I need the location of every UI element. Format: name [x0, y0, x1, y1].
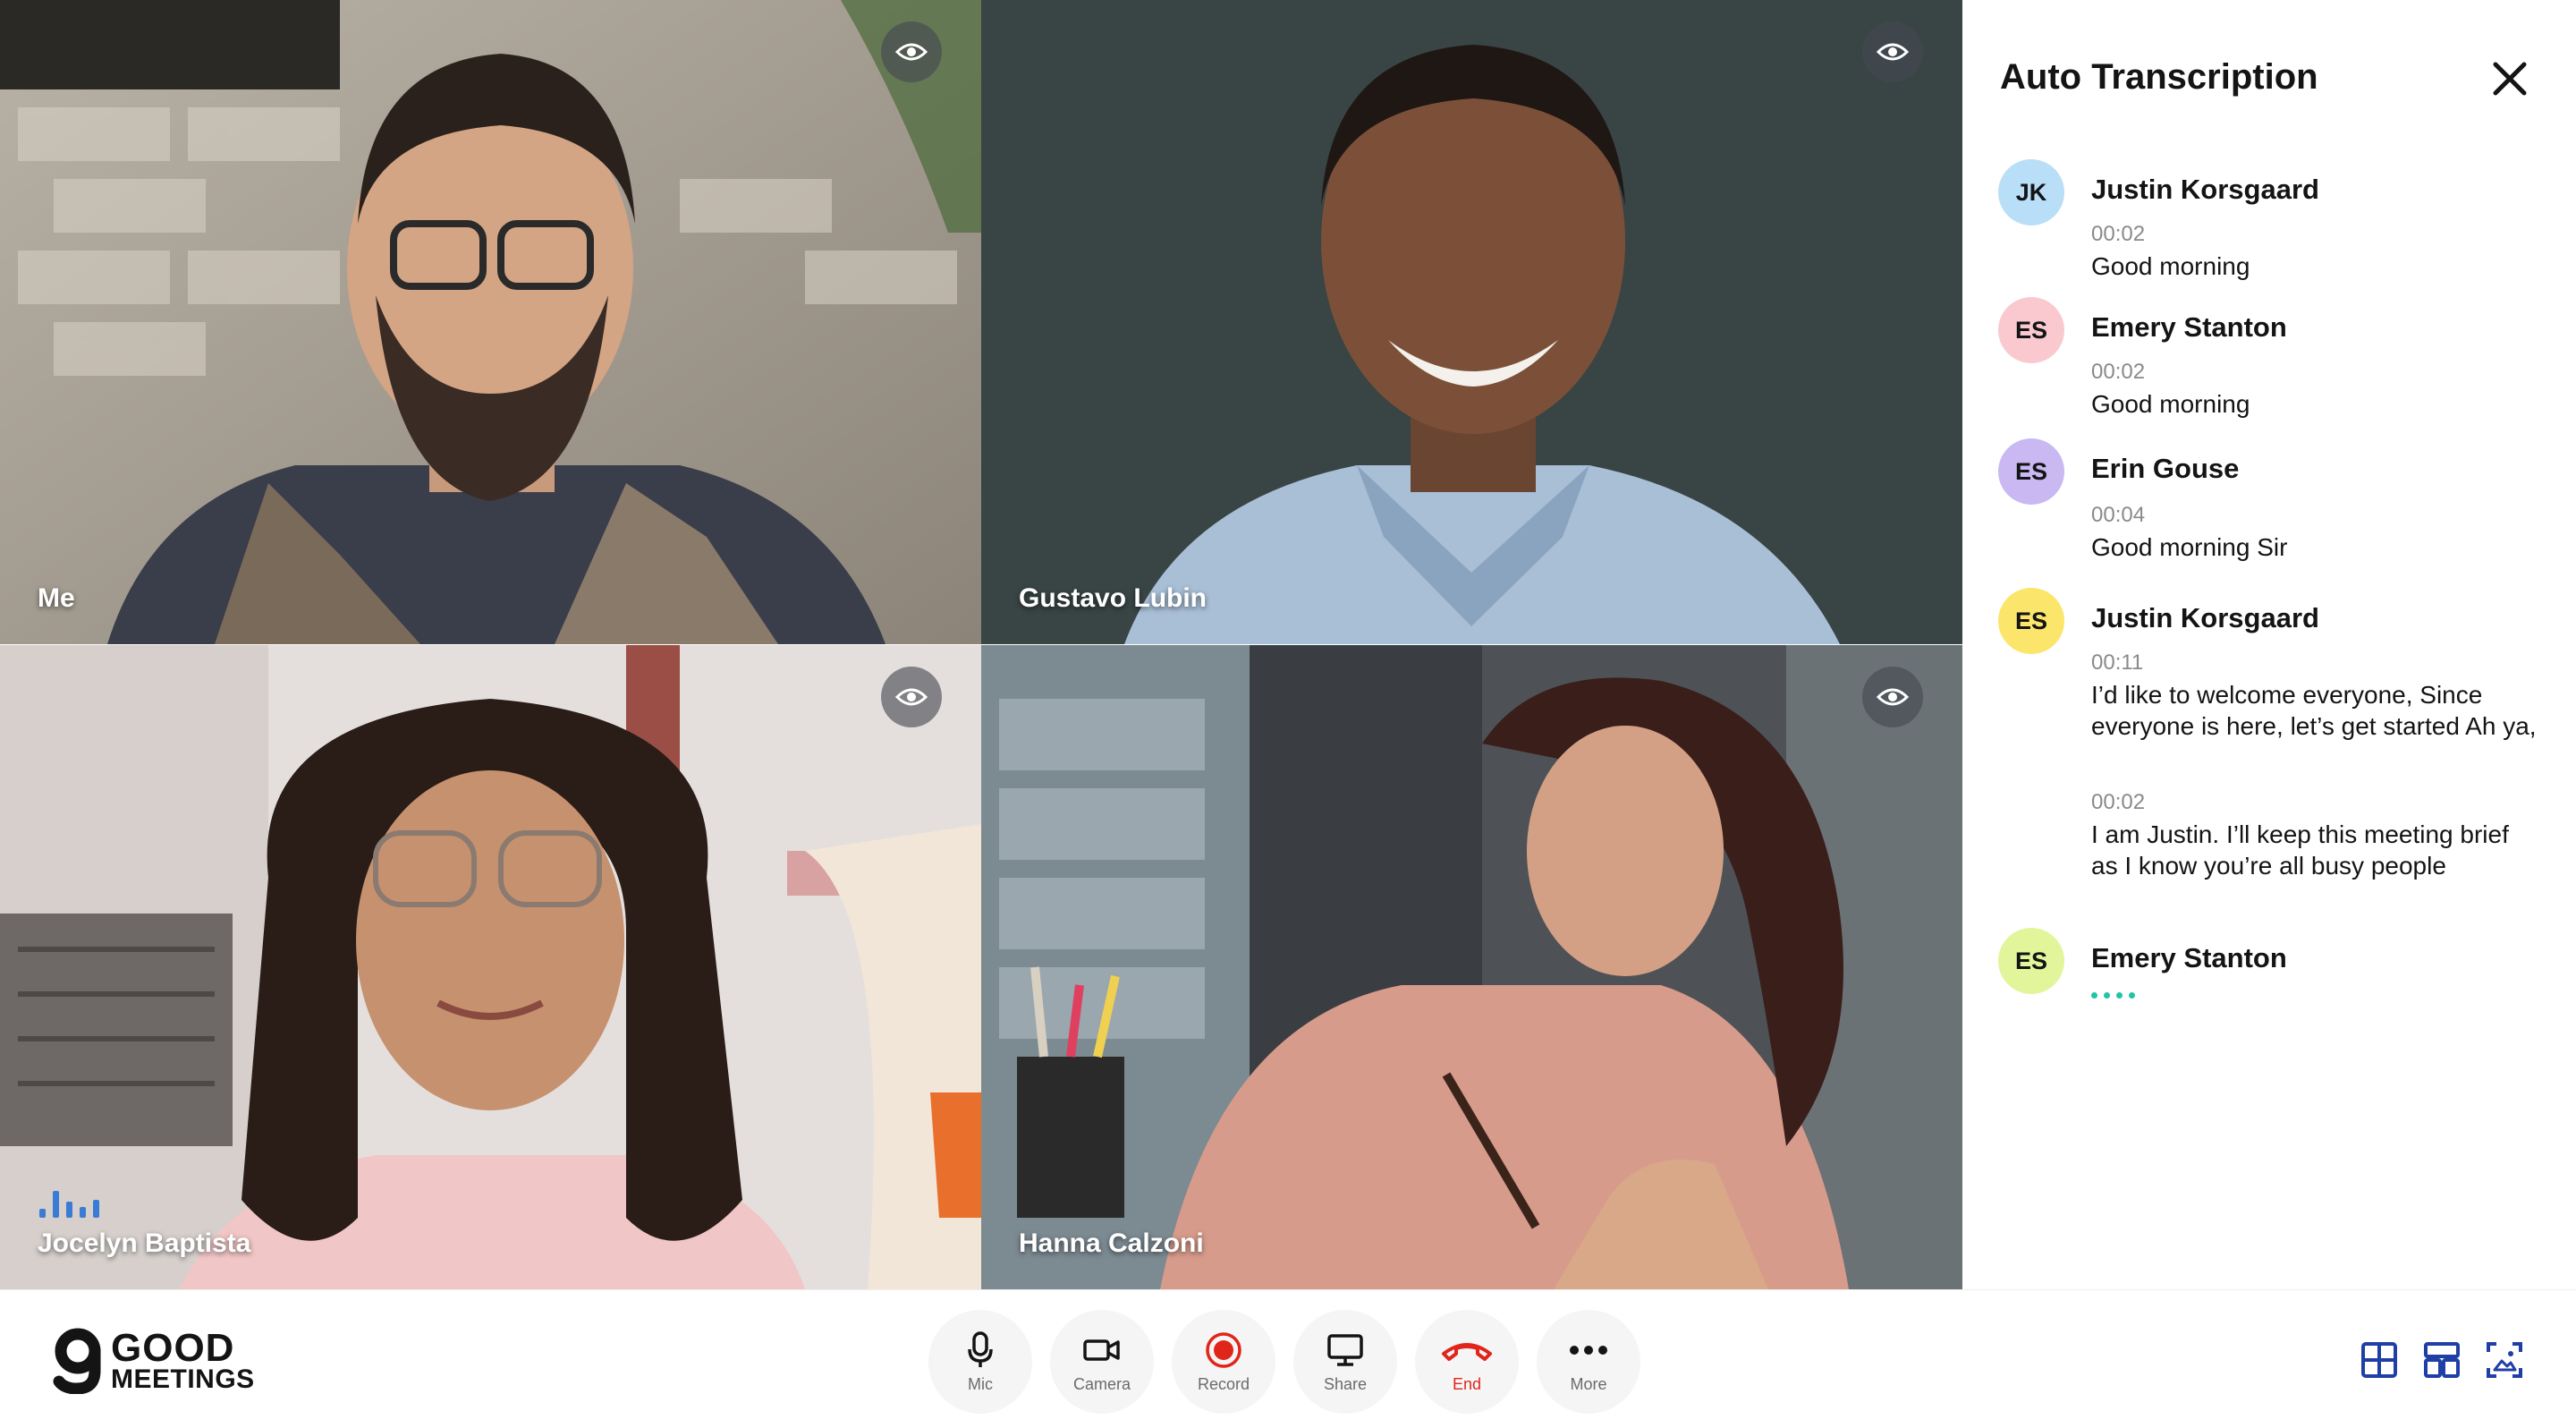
speaking-indicator-icon	[39, 1186, 99, 1218]
record-icon	[1206, 1331, 1241, 1368]
end-call-button[interactable]: End	[1415, 1310, 1519, 1414]
close-button[interactable]	[2487, 55, 2533, 102]
meeting-toolbar: GOOD MEETINGS Mic Camera Record Share En…	[0, 1289, 2576, 1428]
participant-video	[981, 0, 1962, 644]
eye-icon-button[interactable]	[881, 667, 942, 727]
eye-icon-button[interactable]	[881, 21, 942, 82]
eye-icon	[895, 43, 928, 61]
fullscreen-view-button[interactable]	[2485, 1340, 2524, 1380]
eye-icon	[1877, 688, 1909, 706]
speaker-name: Emery Stanton	[2091, 942, 2287, 973]
video-grid: Me Gustavo Lubin Jocelyn Baptista Hanna …	[0, 0, 1962, 1289]
avatar: ES	[1998, 297, 2064, 363]
mic-icon	[968, 1330, 993, 1367]
logo-text-line1: GOOD	[111, 1326, 235, 1370]
participant-name: Jocelyn Baptista	[38, 1228, 251, 1258]
more-dots-icon	[1570, 1345, 1607, 1355]
grid-view-icon	[2361, 1342, 2397, 1378]
speaker-name: Emery Stanton	[2091, 311, 2287, 343]
close-icon	[2493, 62, 2527, 96]
eye-icon	[895, 688, 928, 706]
eye-icon	[1877, 43, 1909, 61]
share-label: Share	[1323, 1374, 1368, 1393]
participant-name: Hanna Calzoni	[1019, 1228, 1204, 1258]
share-button[interactable]: Share	[1293, 1310, 1397, 1414]
logo-mark-icon	[53, 1328, 101, 1394]
transcript-text: I’d like to welcome everyone, Since ever…	[2091, 681, 2537, 740]
speaker-name: Justin Korsgaard	[2091, 602, 2319, 633]
video-tile-jocelyn[interactable]: Jocelyn Baptista	[0, 645, 981, 1289]
timestamp: 00:02	[2091, 222, 2146, 246]
transcript-text: Good morning	[2091, 390, 2250, 418]
speaker-name: Erin Gouse	[2091, 453, 2240, 484]
timestamp: 00:11	[2091, 650, 2144, 675]
avatar: ES	[1998, 438, 2064, 505]
fullscreen-view-icon	[2487, 1342, 2522, 1378]
timestamp: 00:02	[2091, 360, 2146, 384]
typing-indicator-icon	[2091, 992, 2135, 999]
video-tile-me[interactable]: Me	[0, 0, 981, 644]
screen-share-icon	[1327, 1333, 1363, 1366]
participant-video	[0, 645, 981, 1289]
eye-icon-button[interactable]	[1862, 667, 1923, 727]
transcript-text: Good morning Sir	[2091, 533, 2288, 561]
transcription-panel: Auto Transcription JK Justin Korsgaard 0…	[1962, 0, 2576, 1289]
more-label: More	[1570, 1374, 1607, 1393]
timestamp: 00:02	[2091, 790, 2146, 814]
logo-text-line2: MEETINGS	[111, 1364, 255, 1394]
mic-label: Mic	[968, 1374, 993, 1393]
mic-button[interactable]: Mic	[928, 1310, 1032, 1414]
participant-name: Me	[38, 583, 75, 613]
view-switcher	[2360, 1340, 2524, 1380]
camera-icon	[1083, 1339, 1120, 1361]
timestamp: 00:04	[2091, 503, 2146, 527]
participant-video	[0, 0, 981, 644]
record-label: Record	[1197, 1374, 1250, 1393]
eye-icon-button[interactable]	[1862, 21, 1923, 82]
participant-name: Gustavo Lubin	[1019, 583, 1207, 613]
avatar: JK	[1998, 159, 2064, 225]
end-label: End	[1452, 1374, 1482, 1393]
layout-view-button[interactable]	[2422, 1340, 2462, 1380]
record-button[interactable]: Record	[1172, 1310, 1275, 1414]
phone-hangup-icon	[1442, 1342, 1492, 1361]
layout-view-icon	[2424, 1342, 2460, 1378]
video-tile-gustavo[interactable]: Gustavo Lubin	[981, 0, 1962, 644]
more-button[interactable]: More	[1537, 1310, 1640, 1414]
avatar: ES	[1998, 928, 2064, 994]
camera-button[interactable]: Camera	[1050, 1310, 1154, 1414]
transcript-text: Good morning	[2091, 252, 2250, 280]
app-logo: GOOD MEETINGS	[52, 1328, 255, 1394]
panel-title: Auto Transcription	[2000, 57, 2318, 97]
camera-label: Camera	[1072, 1374, 1131, 1393]
avatar: ES	[1998, 588, 2064, 654]
speaker-name: Justin Korsgaard	[2091, 174, 2319, 205]
video-tile-hanna[interactable]: Hanna Calzoni	[981, 645, 1962, 1289]
participant-video	[981, 645, 1962, 1289]
grid-view-button[interactable]	[2360, 1340, 2399, 1380]
transcript-text: I am Justin. I’ll keep this meeting brie…	[2091, 820, 2509, 880]
call-controls: Mic Camera Record Share End More	[928, 1310, 1640, 1414]
